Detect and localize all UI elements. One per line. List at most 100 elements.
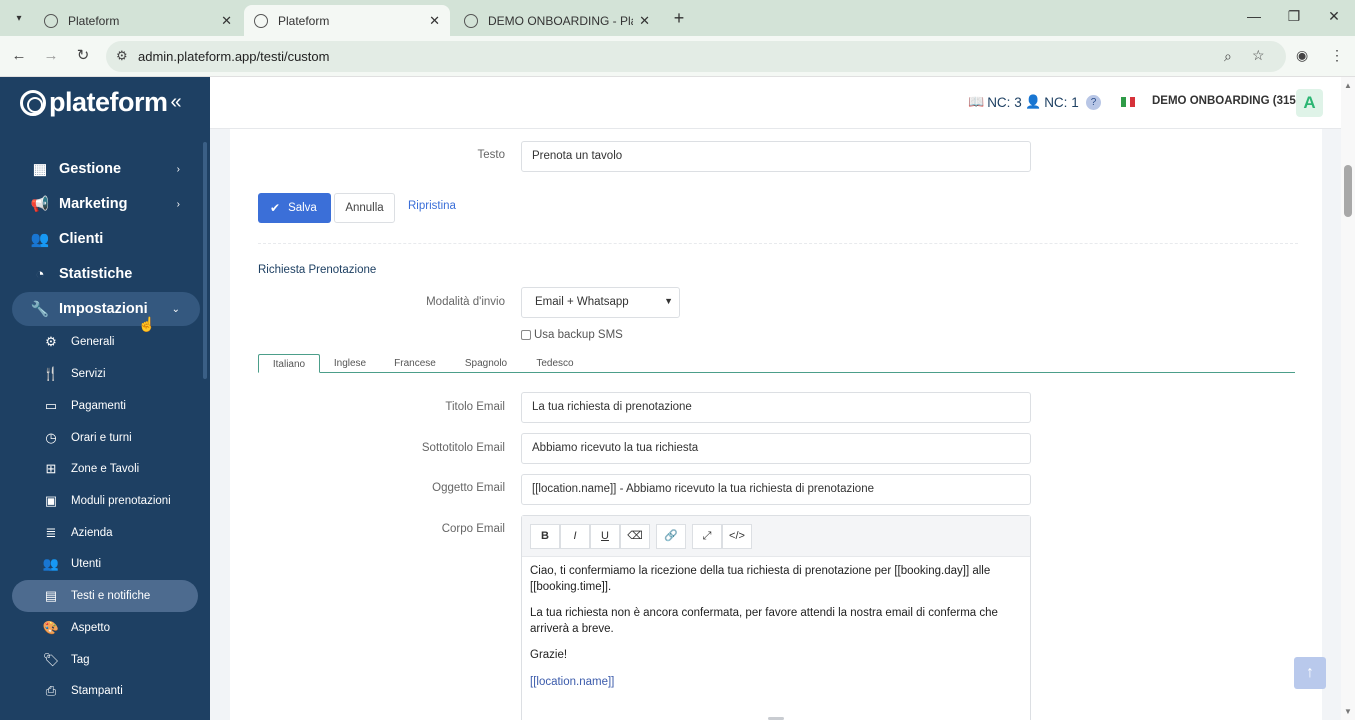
forward-icon[interactable]: → (41, 46, 61, 66)
address-bar[interactable]: ⚙ admin.plateform.app/testi/custom (106, 41, 1286, 72)
megaphone-icon: 📢 (30, 196, 50, 213)
bold-button[interactable]: B (530, 524, 560, 549)
tag-icon: 🏷 (42, 652, 60, 667)
sidebar-subitem-zone[interactable]: ⊞ Zone e Tavoli (12, 453, 198, 485)
rich-text-editor[interactable]: B I U ⌫ 🔗 ⤢ </> Ciao, ti confermiamo la … (521, 515, 1031, 720)
tab-spagnolo[interactable]: Spagnolo (452, 354, 520, 373)
bookmark-star-icon[interactable]: ☆ (1252, 47, 1265, 64)
collapse-sidebar-icon[interactable]: « (171, 91, 182, 114)
divider (258, 243, 1298, 244)
tab-search-chevron-icon[interactable]: ▾ (8, 7, 30, 29)
sidebar-subitem-stampanti[interactable]: ⎙ Stampanti (12, 675, 198, 707)
checkbox-box[interactable] (521, 330, 531, 340)
minimize-icon[interactable]: — (1244, 8, 1264, 24)
sidebar-subitem-aspetto[interactable]: 🎨 Aspetto (12, 612, 198, 644)
sidebar-item-marketing[interactable]: 📢 Marketing › (12, 187, 200, 221)
testo-input[interactable]: Prenota un tavolo (521, 141, 1031, 172)
tab-tedesco[interactable]: Tedesco (525, 354, 585, 373)
underline-button[interactable]: U (590, 524, 620, 549)
scroll-up-icon[interactable]: ▲ (1344, 81, 1352, 90)
sidebar-subitem-orari[interactable]: ◷ Orari e turni (12, 422, 198, 454)
zoom-icon[interactable]: ⌕ (1224, 48, 1232, 65)
link-icon[interactable]: 🔗 (656, 524, 686, 549)
profile-icon[interactable]: ◉ (1296, 47, 1308, 64)
help-icon[interactable]: ? (1086, 95, 1101, 110)
printer-icon: ⎙ (45, 683, 57, 698)
new-tab-icon[interactable]: + (670, 8, 688, 29)
sidebar-subitem-moduli[interactable]: ▣ Moduli prenotazioni (12, 485, 198, 517)
nc-book-counter[interactable]: 📖 NC: 3 (968, 94, 1022, 110)
browser-tab-2[interactable]: Plateform ✕ (244, 5, 450, 36)
avatar[interactable]: A (1296, 89, 1323, 117)
body-paragraph: Grazie! (530, 649, 568, 661)
arrow-up-icon: ↑ (1306, 664, 1314, 681)
titolo-input[interactable]: La tua richiesta di prenotazione (521, 392, 1031, 423)
sidebar-subitem-generali[interactable]: ⚙ Generali (12, 326, 198, 358)
grid-icon: ⊞ (45, 461, 57, 476)
sidebar-scrollbar[interactable] (203, 142, 207, 379)
back-icon[interactable]: ← (9, 46, 29, 66)
italic-button[interactable]: I (560, 524, 590, 549)
nc-book-text: NC: 3 (987, 94, 1022, 110)
tab-francese[interactable]: Francese (383, 354, 447, 373)
loading-icon (44, 13, 58, 28)
logo-icon (20, 89, 46, 116)
sidebar-item-clienti[interactable]: 👥 Clienti (12, 222, 200, 256)
sidebar-item-gestione[interactable]: ▦ Gestione › (12, 152, 200, 186)
body-paragraph: Ciao, ti confermiamo la ricezione della … (530, 565, 991, 593)
tab-inglese[interactable]: Inglese (320, 354, 380, 373)
sidebar-subitem-servizi[interactable]: 🍴 Servizi (12, 358, 198, 390)
cancel-button[interactable]: Annulla (334, 193, 395, 223)
sidebar-subitem-label: Azienda (71, 527, 113, 539)
restore-icon[interactable]: ❐ (1284, 8, 1304, 25)
save-button[interactable]: ✔ Salva (258, 193, 331, 223)
tab-italiano[interactable]: Italiano (258, 354, 320, 373)
building-icon: ≣ (45, 525, 57, 540)
sidebar-subitem-azienda[interactable]: ≣ Azienda (12, 517, 198, 549)
window-close-icon[interactable]: ✕ (1324, 8, 1344, 25)
browser-tab-1[interactable]: Plateform ✕ (34, 5, 242, 36)
italian-flag-icon[interactable] (1121, 97, 1136, 107)
sidebar-item-statistiche[interactable]: ◔ Statistiche (12, 257, 200, 291)
modalita-select[interactable]: Email + Whatsapp ▼ (521, 287, 680, 318)
close-icon[interactable]: ✕ (221, 13, 232, 29)
top-header: 📖 NC: 3 👤 NC: 1 ? DEMO ONBOARDING (3150)… (210, 77, 1341, 129)
close-icon[interactable]: ✕ (429, 13, 440, 29)
sidebar-subitem-pagamenti[interactable]: ▭ Pagamenti (12, 390, 198, 422)
nc-user-counter[interactable]: 👤 NC: 1 (1025, 94, 1079, 110)
wrench-icon: 🔧 (30, 301, 50, 318)
backup-sms-label: Usa backup SMS (534, 329, 623, 341)
scroll-to-top-button[interactable]: ↑ (1294, 657, 1326, 689)
titolo-label: Titolo Email (445, 401, 505, 413)
editor-content[interactable]: Ciao, ti confermiamo la ricezione della … (530, 564, 1020, 701)
scroll-down-icon[interactable]: ▼ (1344, 707, 1352, 716)
sidebar-item-impostazioni[interactable]: 🔧 Impostazioni ⌄ (12, 292, 200, 326)
brand-logo[interactable]: plateform « (20, 87, 182, 118)
sidebar-subitem-label: Orari e turni (71, 432, 132, 444)
reset-button[interactable]: Ripristina (408, 200, 456, 212)
account-name[interactable]: DEMO ONBOARDING (3150) (1152, 95, 1306, 107)
modalita-label: Modalità d'invio (426, 296, 505, 308)
scrollbar-thumb[interactable] (1344, 165, 1352, 217)
sidebar-subitem-utenti[interactable]: 👥 Utenti (12, 548, 198, 580)
more-menu-icon[interactable]: ⋮ (1330, 47, 1344, 64)
sottotitolo-input[interactable]: Abbiamo ricevuto la tua richiesta (521, 433, 1031, 464)
oggetto-input[interactable]: [[location.name]] - Abbiamo ricevuto la … (521, 474, 1031, 505)
sidebar-item-label: Statistiche (59, 266, 133, 282)
sidebar-subitem-tag[interactable]: 🏷 Tag (12, 644, 198, 676)
reload-icon[interactable]: ↻ (73, 46, 93, 66)
site-info-icon[interactable]: ⚙ (116, 48, 128, 64)
browser-tab-3[interactable]: DEMO ONBOARDING - Plateform ✕ (454, 5, 660, 36)
page-scrollbar[interactable]: ▲ ▼ (1341, 77, 1355, 720)
sidebar-subitem-label: Generali (71, 336, 115, 348)
users-icon: 👥 (42, 556, 60, 571)
sidebar-subitem-label: Testi e notifiche (71, 590, 151, 602)
close-icon[interactable]: ✕ (639, 13, 650, 29)
tab-title: DEMO ONBOARDING - Plateform (488, 13, 633, 28)
code-view-button[interactable]: </> (722, 524, 752, 549)
fullscreen-icon[interactable]: ⤢ (692, 524, 722, 549)
sidebar-subitem-testi[interactable]: ▤ Testi e notifiche (12, 580, 198, 612)
eraser-icon[interactable]: ⌫ (620, 524, 650, 549)
backup-sms-checkbox[interactable]: Usa backup SMS (521, 329, 623, 341)
editor-toolbar: B I U ⌫ 🔗 ⤢ </> (522, 516, 1030, 557)
